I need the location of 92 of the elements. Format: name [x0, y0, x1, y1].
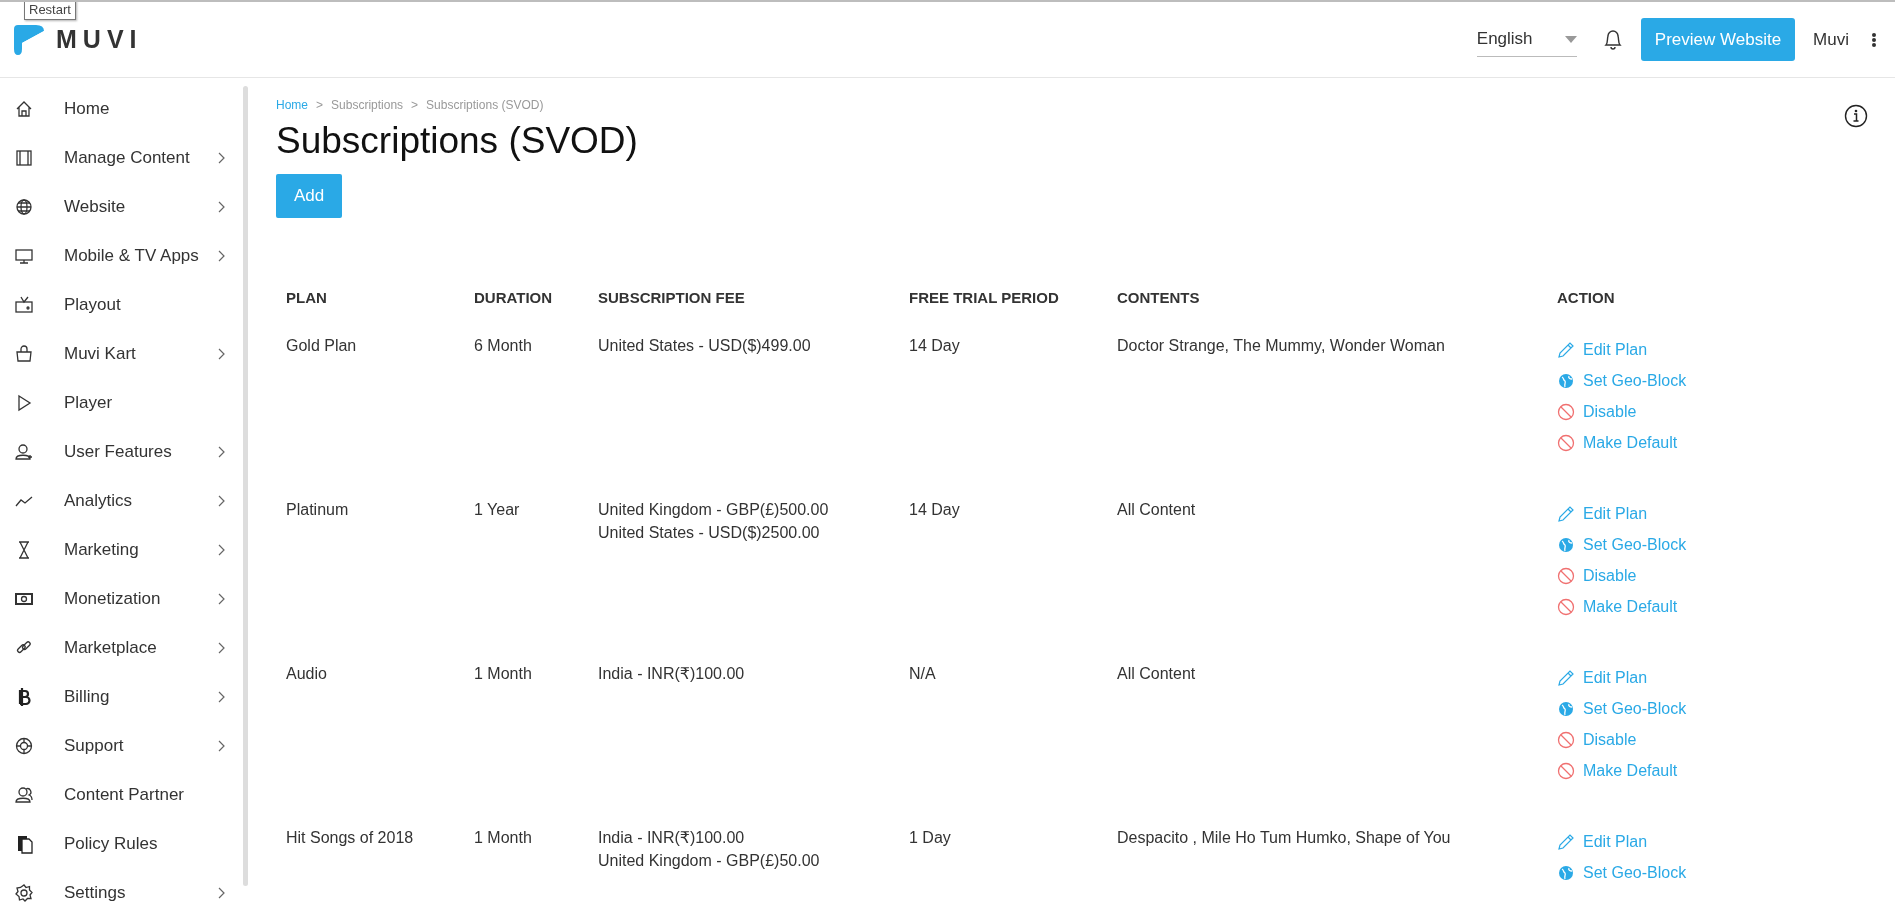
sidebar-label: Analytics — [64, 490, 134, 511]
prohibited-icon — [1557, 402, 1575, 421]
chevron-icon — [218, 445, 226, 458]
sidebar-label: Home — [64, 98, 111, 119]
table-cell-text: 1 Year — [474, 500, 521, 520]
table-cell-text: 1 Month — [474, 828, 533, 848]
chevron-icon — [218, 641, 226, 654]
chevron-icon — [218, 886, 226, 899]
chevron-icon — [218, 690, 226, 703]
table-cell-text: 1 Day — [909, 828, 952, 848]
sidebar-label: Support — [64, 735, 125, 756]
table-cell-text: 6 Month — [474, 336, 533, 356]
column-header: ACTION — [1557, 287, 1616, 308]
chevron-icon — [218, 592, 226, 605]
sidebar-label: Website — [64, 196, 127, 217]
table-cell-text: 1 Month — [474, 664, 533, 684]
sidebar-label: Settings — [64, 882, 127, 902]
table-cell-text: Doctor Strange, The Mummy, Wonder Woman — [1117, 336, 1446, 356]
sidebar-label: Marketing — [64, 539, 140, 560]
table-cell-text: United Kingdom - GBP(£)500.00 — [598, 500, 830, 520]
chevron-icon — [218, 739, 226, 752]
sidebar-label: Player — [64, 392, 114, 413]
menu-icon — [14, 147, 34, 168]
chevron-icon — [218, 151, 226, 164]
column-header: PLAN — [286, 287, 328, 308]
breadcrumb-separator: > — [411, 98, 419, 112]
column-header: DURATION — [474, 287, 554, 308]
chevron-icon — [218, 494, 226, 507]
table-cell-text: United States - USD($)499.00 — [598, 336, 812, 356]
menu-icon — [14, 882, 34, 902]
table-cell-text: Gold Plan — [286, 336, 358, 356]
globe-icon — [1557, 863, 1575, 882]
logo-icon — [14, 22, 46, 57]
sidebar-label: Muvi Kart — [64, 343, 137, 364]
sidebar-label: Playout — [64, 294, 122, 315]
pencil-icon — [1557, 832, 1575, 851]
chevron-icon — [218, 200, 226, 213]
table-cell-text: All Content — [1117, 500, 1197, 520]
menu-icon — [14, 441, 34, 462]
globe-icon — [1557, 699, 1575, 718]
more-menu-icon[interactable] — [1871, 31, 1877, 48]
sidebar-label: Manage Content — [64, 147, 191, 168]
sidebar-label: Policy Rules — [64, 833, 159, 854]
info-icon[interactable] — [1844, 104, 1868, 128]
table-cell-text: 14 Day — [909, 336, 961, 356]
globe-icon — [1557, 371, 1575, 390]
globe-icon — [1557, 535, 1575, 554]
chevron-icon — [218, 249, 226, 262]
pencil-icon — [1557, 668, 1575, 687]
menu-icon — [14, 343, 34, 364]
prohibited-icon — [1557, 566, 1575, 585]
bell-icon[interactable] — [1602, 28, 1623, 51]
table-cell-text: Hit Songs of 2018 — [286, 828, 415, 848]
menu-icon — [14, 735, 34, 756]
tooltip: Restart — [24, 2, 76, 20]
prohibited-icon — [1557, 761, 1575, 780]
table-cell-text: Despacito , Mile Ho Tum Humko, Shape of You — [1117, 828, 1452, 848]
chevron-icon — [218, 543, 226, 556]
table-cell-text: India - INR(₹)100.00 — [598, 828, 746, 848]
column-header: FREE TRIAL PERIOD — [909, 287, 1060, 308]
table-cell-text: Platinum — [286, 500, 350, 520]
column-header: CONTENTS — [1117, 287, 1201, 308]
table-cell-text: United States - USD($)2500.00 — [598, 523, 821, 543]
pencil-icon — [1557, 504, 1575, 523]
table-cell-text: Audio — [286, 664, 328, 684]
sidebar-label: User Features — [64, 441, 173, 462]
logo-text: MUVI — [56, 25, 143, 54]
dropdown-arrow-icon — [1564, 35, 1577, 43]
table-cell-text: India - INR(₹)100.00 — [598, 664, 746, 684]
breadcrumb-separator: > — [316, 98, 324, 112]
prohibited-icon — [1557, 730, 1575, 749]
table-cell-text: All Content — [1117, 664, 1197, 684]
table-cell-text: N/A — [909, 664, 937, 684]
scrollbar-thumb[interactable] — [243, 86, 248, 886]
sidebar-label: Mobile & TV Apps — [64, 245, 200, 266]
user-name[interactable]: Muvi — [1813, 29, 1849, 50]
table-cell-text: 14 Day — [909, 500, 961, 520]
sidebar-label: Monetization — [64, 588, 162, 609]
menu-icon — [14, 294, 34, 315]
menu-icon — [14, 784, 34, 805]
sidebar-label: Marketplace — [64, 637, 158, 658]
prohibited-icon — [1557, 597, 1575, 616]
sidebar-label: Content Partner — [64, 784, 185, 805]
page-title: Subscriptions (SVOD) — [276, 120, 639, 162]
prohibited-icon — [1557, 433, 1575, 452]
pencil-icon — [1557, 340, 1575, 359]
column-header: SUBSCRIPTION FEE — [598, 287, 746, 308]
table-cell-text: United Kingdom - GBP(£)50.00 — [598, 851, 821, 871]
language-select[interactable]: English — [1476, 22, 1577, 57]
chevron-icon — [218, 347, 226, 360]
sidebar-label: Billing — [64, 686, 111, 707]
menu-icon — [14, 196, 34, 217]
